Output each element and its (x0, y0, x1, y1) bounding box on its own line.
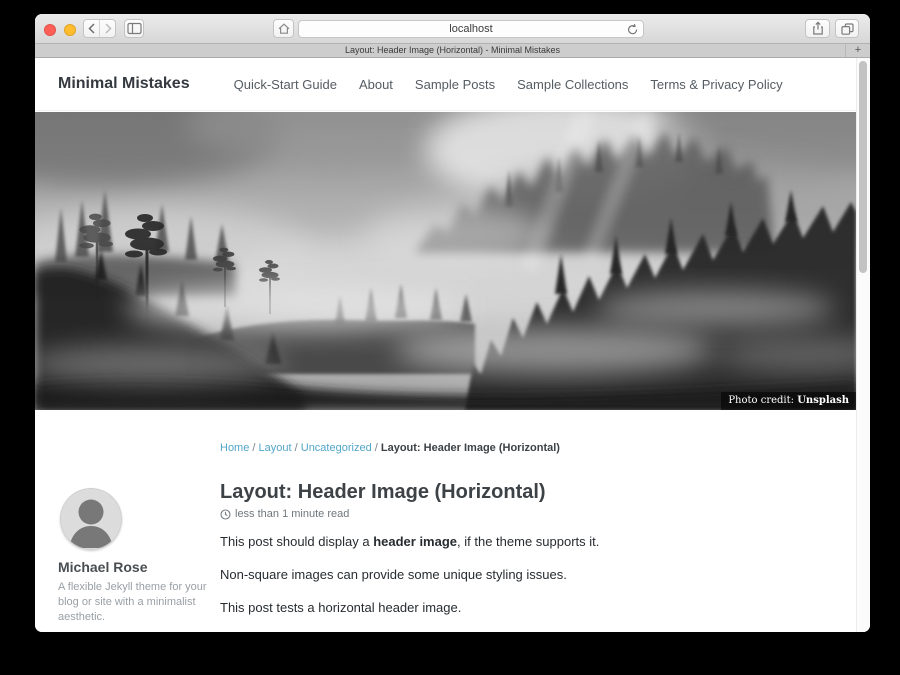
forward-button[interactable] (100, 20, 115, 37)
breadcrumb: Home / Layout / Uncategorized / Layout: … (220, 442, 560, 454)
nav-link-quick-start-guide[interactable]: Quick-Start Guide (234, 77, 337, 92)
share-icon (811, 21, 825, 36)
clock-icon (220, 509, 231, 520)
page-viewport: Minimal Mistakes Quick-Start Guide About… (35, 58, 870, 632)
nav-link-terms-privacy[interactable]: Terms & Privacy Policy (650, 77, 782, 92)
tabs-overview-button[interactable] (835, 19, 859, 38)
breadcrumb-layout[interactable]: Layout (259, 442, 292, 454)
article: Layout: Header Image (Horizontal) less t… (220, 481, 845, 632)
paragraph: This post should display a header image,… (220, 533, 845, 551)
chevron-left-icon (86, 22, 98, 35)
close-button[interactable] (44, 24, 56, 36)
sidebar-toggle-button[interactable] (124, 19, 144, 38)
nav-link-sample-posts[interactable]: Sample Posts (415, 77, 495, 92)
paragraph-text: , if the theme supports it. (457, 534, 599, 549)
avatar (60, 488, 122, 550)
back-button[interactable] (84, 20, 100, 37)
reload-button[interactable] (626, 23, 639, 36)
browser-toolbar: localhost (35, 14, 870, 44)
author-sidebar: Michael Rose A flexible Jekyll theme for… (58, 488, 208, 632)
site-title-link[interactable]: Minimal Mistakes (58, 75, 190, 93)
share-button[interactable] (805, 19, 830, 38)
paragraph: This post tests a horizontal header imag… (220, 599, 845, 617)
tab-title: Layout: Header Image (Horizontal) - Mini… (345, 45, 560, 55)
page-meta: less than 1 minute read (220, 508, 845, 520)
photo-credit-link[interactable]: Unsplash (797, 395, 849, 406)
chevron-right-icon (102, 22, 114, 35)
paragraph: Non-square images can provide some uniqu… (220, 566, 845, 584)
breadcrumb-uncategorized[interactable]: Uncategorized (301, 442, 372, 454)
url-text: localhost (449, 23, 492, 35)
paragraph-bold-text: header image (373, 534, 457, 549)
author-name: Michael Rose (58, 559, 208, 575)
read-time: less than 1 minute read (235, 508, 349, 520)
tab-bar[interactable]: Layout: Header Image (Horizontal) - Mini… (35, 44, 870, 58)
history-nav-group (83, 19, 116, 38)
address-bar[interactable]: localhost (298, 20, 644, 38)
scrollbar-thumb[interactable] (859, 61, 867, 273)
home-button[interactable] (273, 19, 294, 38)
scrollbar-track[interactable] (856, 58, 870, 632)
sidebar-icon (127, 22, 142, 35)
breadcrumb-current: Layout: Header Image (Horizontal) (381, 442, 560, 454)
breadcrumb-separator: / (375, 442, 378, 454)
photo-credit-label: Photo credit: (728, 395, 797, 406)
author-bio: A flexible Jekyll theme for your blog or… (58, 580, 208, 625)
site-masthead: Minimal Mistakes Quick-Start Guide About… (35, 58, 856, 111)
breadcrumb-separator: / (295, 442, 298, 454)
refresh-icon (626, 23, 639, 36)
home-icon (277, 22, 291, 35)
nav-link-about[interactable]: About (359, 77, 393, 92)
nav-link-sample-collections[interactable]: Sample Collections (517, 77, 628, 92)
paragraph-text: This post should display a (220, 534, 373, 549)
breadcrumb-separator: / (252, 442, 255, 454)
site-nav: Quick-Start Guide About Sample Posts Sam… (234, 77, 783, 92)
minimize-button[interactable] (64, 24, 76, 36)
page-title: Layout: Header Image (Horizontal) (220, 481, 845, 504)
new-tab-button[interactable]: + (845, 44, 870, 57)
browser-window: localhost Layout: Header Image (Horizont… (35, 14, 870, 632)
tabs-icon (840, 22, 855, 36)
hero-image: Photo credit: Unsplash (35, 112, 856, 410)
breadcrumb-home[interactable]: Home (220, 442, 249, 454)
photo-credit: Photo credit: Unsplash (721, 392, 856, 410)
